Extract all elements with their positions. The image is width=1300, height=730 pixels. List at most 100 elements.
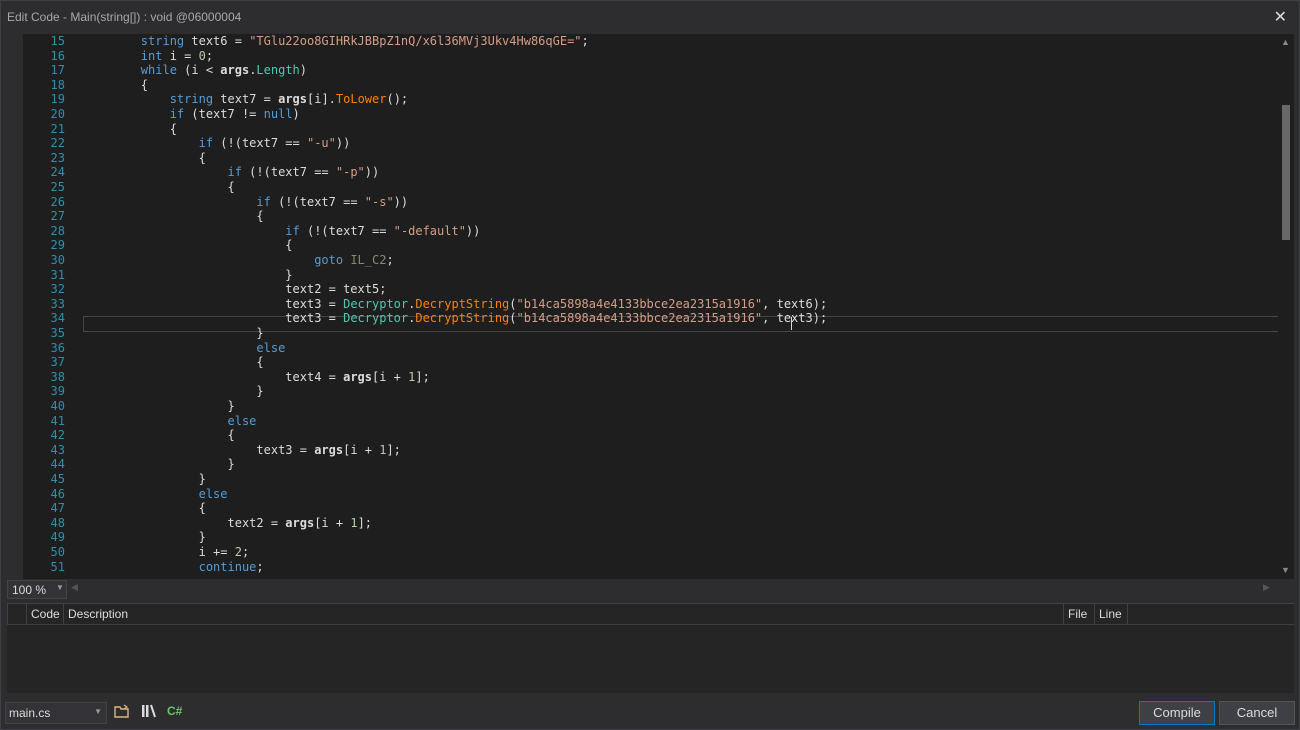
cancel-button[interactable]: Cancel <box>1219 701 1295 725</box>
code-token: } <box>83 472 206 486</box>
line-number: 51 <box>50 560 65 574</box>
code-line[interactable]: { <box>83 209 263 224</box>
code-line[interactable]: { <box>83 238 292 253</box>
code-token: [i + <box>372 370 409 384</box>
code-token: } <box>83 399 235 413</box>
line-number-gutter: 15 16 17 18 19 20 21 22 23 24 25 26 27 28 29 30 31 32 33 34… <box>23 34 73 579</box>
code-line[interactable]: if (!(text7 == "-p")) <box>83 165 380 180</box>
scroll-left-icon[interactable]: ◀ <box>71 582 78 593</box>
code-line[interactable]: goto IL_C2; <box>83 253 394 268</box>
code-token: ToLower <box>335 92 387 106</box>
vertical-scrollbar[interactable]: ▲ ▼ <box>1278 34 1293 579</box>
code-line[interactable]: text3 = Decryptor.DecryptString("b14ca58… <box>83 311 827 326</box>
code-token: } <box>83 457 235 471</box>
code-line[interactable]: if (!(text7 == "-default")) <box>83 224 480 239</box>
code-line[interactable]: if (!(text7 == "-s")) <box>83 195 408 210</box>
horizontal-scrollbar[interactable]: ◀ ▶ <box>67 580 1277 597</box>
chevron-down-icon[interactable]: ▼ <box>94 707 102 716</box>
code-line[interactable]: { <box>83 428 234 443</box>
code-token: { <box>83 151 206 165</box>
code-token: , text6); <box>762 297 828 311</box>
code-line[interactable]: while (i < args.Length) <box>83 63 307 78</box>
code-token: )) <box>465 224 481 238</box>
code-line[interactable]: } <box>83 268 292 283</box>
csharp-icon[interactable]: C# <box>167 704 182 718</box>
code-token: [i + <box>314 516 351 530</box>
column-description[interactable]: Description <box>63 604 1064 624</box>
line-number: 35 <box>50 326 65 340</box>
code-line[interactable]: text2 = args[i + 1]; <box>83 516 372 531</box>
code-token: else <box>198 487 228 501</box>
code-token: if <box>285 224 300 238</box>
code-editor[interactable]: 15 16 17 18 19 20 21 22 23 24 25 26 27 28 29 30 31 32 33 34… <box>7 34 1294 579</box>
code-token: (!(text7 == <box>299 224 394 238</box>
compile-button[interactable]: Compile <box>1139 701 1215 725</box>
close-icon[interactable]: ✕ <box>1274 7 1287 27</box>
line-number: 32 <box>50 282 65 296</box>
code-line[interactable]: else <box>83 341 285 356</box>
code-line[interactable]: text2 = text5; <box>83 282 386 297</box>
code-token: Decryptor <box>343 297 409 311</box>
code-line[interactable]: text3 = Decryptor.DecryptString("b14ca58… <box>83 297 827 312</box>
code-line[interactable]: { <box>83 122 177 137</box>
line-number: 24 <box>50 165 65 179</box>
code-line[interactable]: { <box>83 78 148 93</box>
column-code[interactable]: Code <box>26 604 65 624</box>
code-line[interactable]: if (text7 != null) <box>83 107 300 122</box>
code-token: 0 <box>198 49 206 63</box>
code-token: )) <box>393 195 409 209</box>
references-icon[interactable] <box>141 704 157 721</box>
code-token: text3 = <box>83 297 344 311</box>
code-line[interactable]: } <box>83 384 263 399</box>
file-select[interactable]: main.cs ▼ <box>5 702 107 724</box>
code-token: continue <box>198 560 257 574</box>
code-line[interactable]: i += 2; <box>83 545 250 560</box>
code-line[interactable]: } <box>83 472 206 487</box>
code-token: ; <box>205 49 214 63</box>
code-line[interactable]: else <box>83 487 228 502</box>
open-folder-icon[interactable] <box>114 704 130 721</box>
scroll-right-icon[interactable]: ▶ <box>1263 582 1270 593</box>
code-line[interactable]: { <box>83 501 206 516</box>
zoom-select[interactable]: 100 % ▼ <box>7 580 67 599</box>
scroll-down-icon[interactable]: ▼ <box>1281 565 1290 575</box>
code-line[interactable]: { <box>83 355 263 370</box>
line-number: 31 <box>50 268 65 282</box>
line-number: 22 <box>50 136 65 150</box>
scrollbar-thumb[interactable] <box>1282 105 1290 240</box>
code-token: text2 = text5; <box>83 282 387 296</box>
code-line[interactable]: text3 = args[i + 1]; <box>83 443 401 458</box>
code-token: string <box>140 34 185 48</box>
code-line[interactable]: if (!(text7 == "-u")) <box>83 136 351 151</box>
code-line[interactable]: string text7 = args[i].ToLower(); <box>83 92 408 107</box>
code-line[interactable]: continue; <box>83 560 264 575</box>
code-line[interactable]: } <box>83 326 263 341</box>
code-area[interactable]: string text6 = "TGlu22oo8GIHRkJBBpZ1nQ/x… <box>83 34 1278 579</box>
code-token: DecryptString <box>415 297 510 311</box>
line-number: 48 <box>50 516 65 530</box>
code-line[interactable]: int i = 0; <box>83 49 213 64</box>
code-line[interactable]: string text6 = "TGlu22oo8GIHRkJBBpZ1nQ/x… <box>83 34 589 49</box>
scroll-up-icon[interactable]: ▲ <box>1281 37 1290 47</box>
line-number: 23 <box>50 151 65 165</box>
column-file[interactable]: File <box>1063 604 1094 624</box>
code-line[interactable]: else <box>83 414 257 429</box>
code-line[interactable]: { <box>83 180 234 195</box>
code-line[interactable]: } <box>83 530 206 545</box>
code-token: goto <box>314 253 344 267</box>
code-token: Length <box>256 63 300 77</box>
code-line[interactable]: } <box>83 399 235 414</box>
chevron-down-icon[interactable]: ▼ <box>56 583 64 592</box>
code-line[interactable]: text4 = args[i + 1]; <box>83 370 430 385</box>
column-icon[interactable] <box>7 604 22 624</box>
code-token: (); <box>386 92 409 106</box>
code-line[interactable]: } <box>83 457 235 472</box>
column-line[interactable]: Line <box>1094 604 1128 624</box>
code-line[interactable]: { <box>83 151 206 166</box>
